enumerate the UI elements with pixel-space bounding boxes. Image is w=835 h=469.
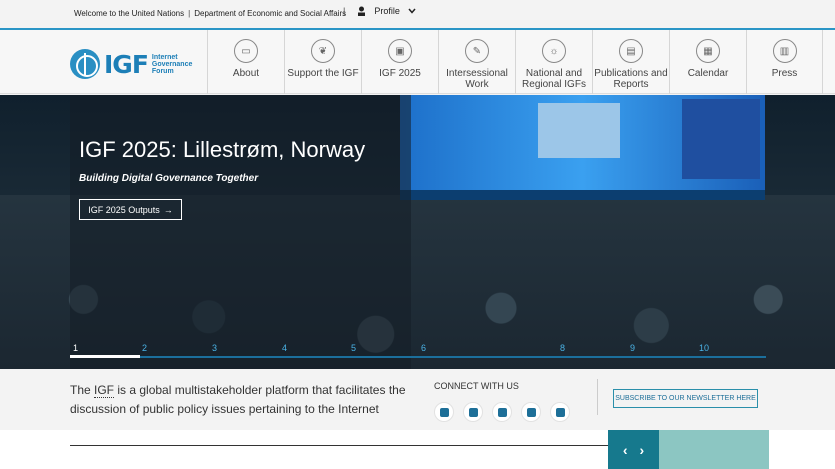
logo-line-forum: Forum xyxy=(151,67,174,75)
un-globe-icon xyxy=(70,49,100,79)
slide-dot[interactable]: 10 xyxy=(699,343,709,353)
instagram-icon[interactable] xyxy=(521,402,541,422)
nav-label: Intersessional Work xyxy=(446,68,508,90)
news-carousel-strip: ‹ › xyxy=(0,430,835,469)
profile-label: Profile xyxy=(374,6,400,16)
nav-label: Press xyxy=(771,68,798,79)
calendar-grid-icon: ▦ xyxy=(696,39,720,63)
social-links xyxy=(434,402,570,422)
support-icon: ❦ xyxy=(311,39,335,63)
logo-line-internet: Internet xyxy=(151,53,178,61)
profile-menu[interactable]: | Profile xyxy=(343,6,416,16)
un-link[interactable]: Welcome to the United Nations xyxy=(74,9,184,18)
nav-item-publications[interactable]: ▤ Publications and Reports xyxy=(592,30,669,94)
user-icon xyxy=(358,6,366,16)
section-divider xyxy=(597,379,598,415)
intro-text-end: is a global multistakeholder platform th… xyxy=(70,383,406,416)
connect-label: CONNECT WITH US xyxy=(434,381,519,391)
nav-item-igf-2025[interactable]: ▣ IGF 2025 xyxy=(361,30,438,94)
chevron-right-icon[interactable]: › xyxy=(640,442,645,458)
desa-link[interactable]: Department of Economic and Social Affair… xyxy=(194,9,346,18)
hero-subtitle: Building Digital Governance Together xyxy=(79,173,259,184)
slide-progress-active xyxy=(70,355,140,358)
slide-dot[interactable]: 5 xyxy=(351,343,356,353)
carousel-controls: ‹ › xyxy=(608,430,659,469)
hero-title: IGF 2025: Lillestrøm, Norway xyxy=(79,137,366,162)
logo-line-governance: Governance xyxy=(151,60,193,68)
nav-label: Support the IGF xyxy=(287,68,359,79)
igf-logo[interactable]: IGF Internet Governance Forum xyxy=(70,49,192,79)
press-icon: ▥ xyxy=(772,39,797,63)
nav-label: Calendar xyxy=(687,68,729,79)
nav-label: IGF 2025 xyxy=(379,68,421,79)
stage-screen xyxy=(538,103,620,158)
intro-band: The IGF is a global multistakeholder pla… xyxy=(0,369,835,430)
hero-photo-stage xyxy=(400,95,765,200)
hero-button-label: IGF 2025 Outputs xyxy=(88,204,160,215)
utility-links: Welcome to the United Nations | Departme… xyxy=(74,9,346,18)
nav-item-national-regional[interactable]: ☼ National and Regional IGFs xyxy=(515,30,592,94)
slide-dot[interactable]: 9 xyxy=(630,343,635,353)
document-icon: ▤ xyxy=(619,39,643,63)
carousel-panel xyxy=(659,430,769,469)
calendar-icon: ▣ xyxy=(388,39,412,63)
lightbulb-icon: ☼ xyxy=(542,39,566,63)
youtube-icon[interactable] xyxy=(492,402,512,422)
slide-dot[interactable]: 2 xyxy=(142,343,147,353)
newsletter-subscribe-button[interactable]: SUBSCRIBE TO OUR NEWSLETTER HERE xyxy=(613,389,758,408)
slide-dot[interactable]: 1 xyxy=(73,343,78,353)
logo-wordmark: IGF xyxy=(104,49,149,79)
flickr-icon[interactable] xyxy=(550,402,570,422)
nav-item-calendar[interactable]: ▦ Calendar xyxy=(669,30,746,94)
nav-label: National and Regional IGFs xyxy=(522,68,586,90)
slide-indicator: 1 2 3 4 5 6 8 9 10 xyxy=(70,339,766,359)
intro-text-start: The xyxy=(70,383,95,397)
chevron-left-icon[interactable]: ‹ xyxy=(623,442,628,458)
slide-dot[interactable]: 4 xyxy=(282,343,287,353)
nav-label: Publications and Reports xyxy=(594,68,668,90)
main-nav: ▭ About ❦ Support the IGF ▣ IGF 2025 ✎ I… xyxy=(207,30,823,94)
nav-label: About xyxy=(232,68,260,79)
profile-separator: | xyxy=(343,6,346,16)
stage-podium xyxy=(400,190,765,200)
about-icon: ▭ xyxy=(234,39,258,63)
slide-progress-track xyxy=(70,356,766,358)
chevron-down-icon xyxy=(408,8,416,14)
igf-abbreviation-link[interactable]: IGF xyxy=(94,383,115,398)
hero-banner: IGF 2025: Lillestrøm, Norway Building Di… xyxy=(0,95,835,369)
igf-2025-outputs-button[interactable]: IGF 2025 Outputs → xyxy=(79,199,182,220)
connect-section: CONNECT WITH US xyxy=(434,381,570,422)
slide-dot[interactable]: 6 xyxy=(421,343,426,353)
main-header: IGF Internet Governance Forum ▭ About ❦ … xyxy=(0,30,835,94)
slide-dot[interactable]: 8 xyxy=(560,343,565,353)
logo-subtitle: Internet Governance Forum xyxy=(152,54,192,75)
twitter-icon[interactable] xyxy=(434,402,454,422)
utility-bar: Welcome to the United Nations | Departme… xyxy=(0,0,835,30)
nav-item-press[interactable]: ▥ Press xyxy=(746,30,823,94)
nav-item-intersessional[interactable]: ✎ Intersessional Work xyxy=(438,30,515,94)
pencil-icon: ✎ xyxy=(465,39,489,63)
nav-item-about[interactable]: ▭ About xyxy=(207,30,284,94)
intro-text: The IGF is a global multistakeholder pla… xyxy=(70,381,415,419)
nav-item-support[interactable]: ❦ Support the IGF xyxy=(284,30,361,94)
utility-separator: | xyxy=(188,9,191,18)
arrow-right-icon: → xyxy=(163,204,173,215)
facebook-icon[interactable] xyxy=(463,402,483,422)
slide-dot[interactable]: 3 xyxy=(212,343,217,353)
stage-screen xyxy=(682,99,760,179)
